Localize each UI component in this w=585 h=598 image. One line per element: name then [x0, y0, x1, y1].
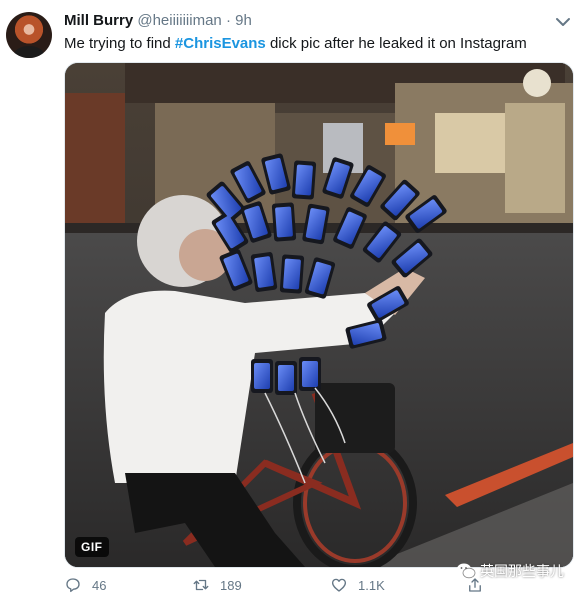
- watermark-text: 英国那些事儿: [480, 563, 564, 579]
- avatar[interactable]: [6, 12, 52, 58]
- tweet-media-gif[interactable]: GIF: [64, 62, 574, 568]
- chevron-down-icon[interactable]: [553, 14, 573, 30]
- author-handle[interactable]: @heiiiiiiiman: [137, 12, 221, 29]
- tweet-text-after: dick pic after he leaked it on Instagram: [265, 35, 527, 52]
- watermark: 英国那些事儿: [456, 560, 564, 582]
- retweet-button[interactable]: 189: [192, 576, 242, 594]
- tweet-time[interactable]: 9h: [235, 12, 252, 29]
- tweet-text: Me trying to find #ChrisEvans dick pic a…: [64, 34, 527, 53]
- tweet-header: Mill Burry @heiiiiiiiman · 9h: [64, 12, 252, 30]
- gif-scene-image: [65, 63, 573, 567]
- hashtag-link[interactable]: #ChrisEvans: [175, 35, 266, 52]
- like-button[interactable]: 1.1K: [330, 576, 385, 594]
- retweet-icon: [193, 579, 209, 591]
- tweet-text-before: Me trying to find: [64, 35, 175, 52]
- reply-icon: [66, 578, 80, 593]
- retweet-count: 189: [220, 577, 242, 593]
- gif-badge: GIF: [75, 537, 109, 557]
- header-separator: ·: [225, 12, 231, 29]
- like-count: 1.1K: [358, 577, 385, 593]
- reply-button[interactable]: 46: [64, 576, 106, 594]
- wechat-logo-icon: [457, 563, 476, 579]
- author-name[interactable]: Mill Burry: [64, 12, 133, 29]
- like-icon: [331, 578, 347, 592]
- reply-count: 46: [92, 577, 107, 593]
- tweet-card[interactable]: Mill Burry @heiiiiiiiman · 9h Me trying …: [0, 0, 585, 598]
